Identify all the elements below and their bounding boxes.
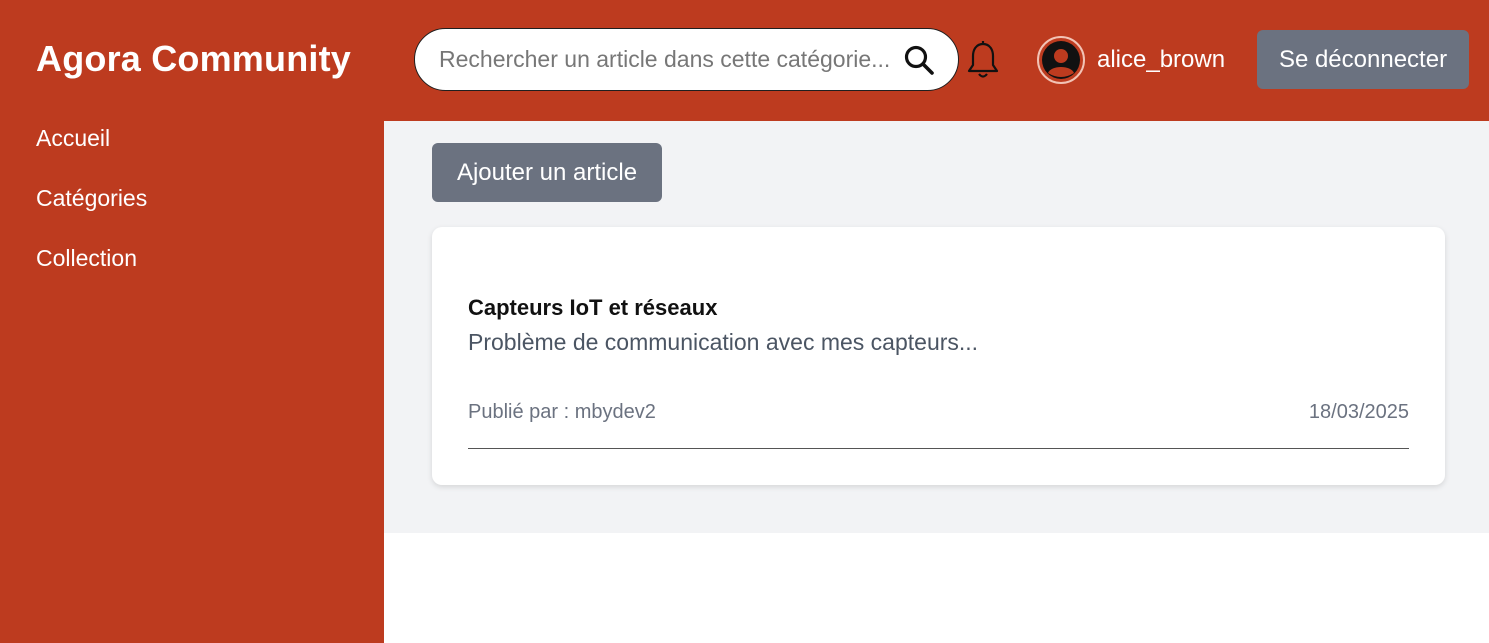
sidebar-item-collection[interactable]: Collection <box>36 245 137 272</box>
search-icon[interactable] <box>902 43 936 77</box>
article-author: Publié par : mbydev2 <box>468 401 656 423</box>
article-divider <box>468 448 1409 449</box>
main-content: Ajouter un article Capteurs IoT et résea… <box>384 121 1489 533</box>
user-avatar-icon <box>1037 36 1085 84</box>
search-bar <box>414 28 959 91</box>
article-excerpt: Problème de communication avec mes capte… <box>468 329 979 355</box>
username-label: alice_brown <box>1097 46 1226 73</box>
logout-button[interactable]: Se déconnecter <box>1257 30 1469 89</box>
article-title[interactable]: Capteurs IoT et réseaux <box>468 295 717 321</box>
sidebar: Accueil Catégories Collection <box>0 121 384 643</box>
sidebar-item-categories[interactable]: Catégories <box>36 185 147 212</box>
add-article-button[interactable]: Ajouter un article <box>432 143 662 202</box>
article-date: 18/03/2025 <box>1308 401 1409 423</box>
user-menu[interactable]: alice_brown <box>1037 36 1225 84</box>
top-header: Agora Community Rechercher un article da… <box>0 0 1489 121</box>
search-input[interactable] <box>439 46 902 73</box>
sidebar-item-accueil[interactable]: Accueil <box>36 125 110 152</box>
bell-icon[interactable] <box>966 40 1000 80</box>
article-card[interactable]: Capteurs IoT et réseaux Problème de comm… <box>432 227 1445 485</box>
brand-title[interactable]: Agora Community <box>36 38 351 80</box>
app-root: Agora Community Rechercher un article da… <box>0 0 1489 643</box>
